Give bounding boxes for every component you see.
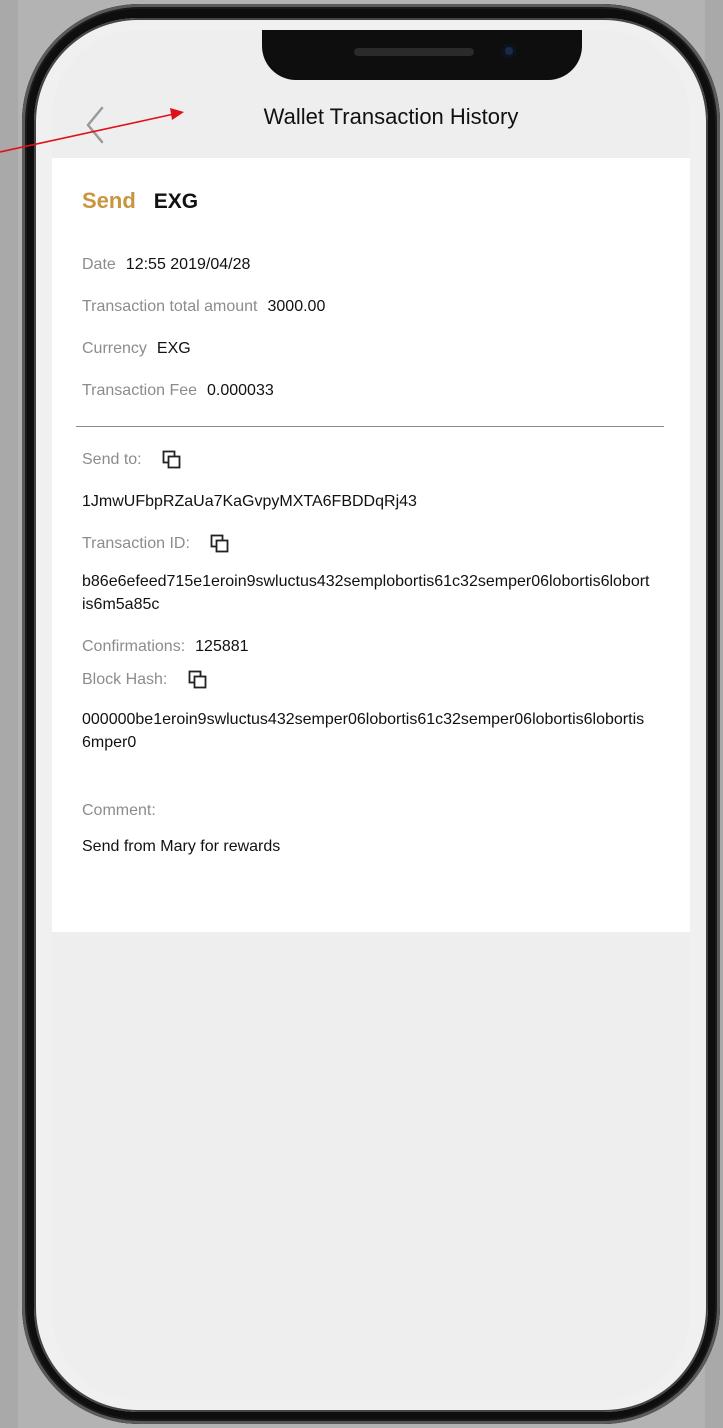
transaction-detail-card: Send EXG Date 12:55 2019/04/28 Transaction… — [52, 158, 690, 932]
copy-icon[interactable] — [162, 450, 182, 470]
navigation-header: Wallet Transaction History — [52, 90, 690, 160]
send-to-label: Send to: — [82, 451, 142, 469]
comment-label-row: Comment: — [82, 802, 156, 820]
copy-icon[interactable] — [210, 534, 230, 554]
block-hash-value: 000000be1eroin9swluctus432semper06lobort… — [82, 711, 645, 751]
divider — [76, 426, 664, 427]
currency-value: EXG — [156, 340, 191, 357]
send-to-address: 1JmwUFbpRZaUa7KaGvpyMXTA6FBDDqRj43 — [82, 493, 417, 510]
transaction-currency-code: EXG — [153, 190, 199, 213]
comment-value: Send from Mary for rewards — [82, 838, 281, 855]
block-hash-label-row: Block Hash: — [82, 670, 208, 690]
phone-screen: Wallet Transaction History Send EXG Date 1… — [52, 30, 690, 1400]
total-amount-label: Transaction total amount — [82, 298, 258, 315]
transaction-type-label: Send — [82, 188, 136, 213]
transaction-id-value: b86e6efeed715e1eroin9swluctus432semplobo… — [82, 573, 650, 613]
transaction-id-label: Transaction ID: — [82, 535, 190, 553]
transaction-type-row: Send EXG — [82, 188, 198, 214]
date-value: 12:55 2019/04/28 — [125, 256, 251, 273]
backdrop-left — [0, 0, 18, 1428]
confirmations-label: Confirmations: — [82, 638, 186, 655]
fee-row: Transaction Fee 0.000033 — [82, 382, 274, 400]
transaction-id-label-row: Transaction ID: — [82, 534, 230, 554]
total-amount-row: Transaction total amount 3000.00 — [82, 298, 325, 316]
fee-value: 0.000033 — [207, 382, 274, 399]
front-camera-icon — [502, 44, 516, 58]
send-to-label-row: Send to: — [82, 450, 182, 470]
speaker-grille — [354, 48, 474, 56]
page-title: Wallet Transaction History — [263, 104, 519, 129]
total-amount-value: 3000.00 — [267, 298, 326, 315]
date-row: Date 12:55 2019/04/28 — [82, 256, 250, 274]
currency-row: Currency EXG — [82, 340, 191, 358]
block-hash-label: Block Hash: — [82, 671, 168, 689]
comment-label: Comment: — [82, 802, 156, 819]
confirmations-row: Confirmations: 125881 — [82, 638, 249, 656]
copy-icon[interactable] — [188, 670, 208, 690]
confirmations-value: 125881 — [195, 638, 249, 655]
currency-label: Currency — [82, 340, 147, 357]
fee-label: Transaction Fee — [82, 382, 198, 399]
notch — [262, 30, 582, 80]
date-label: Date — [82, 256, 116, 273]
